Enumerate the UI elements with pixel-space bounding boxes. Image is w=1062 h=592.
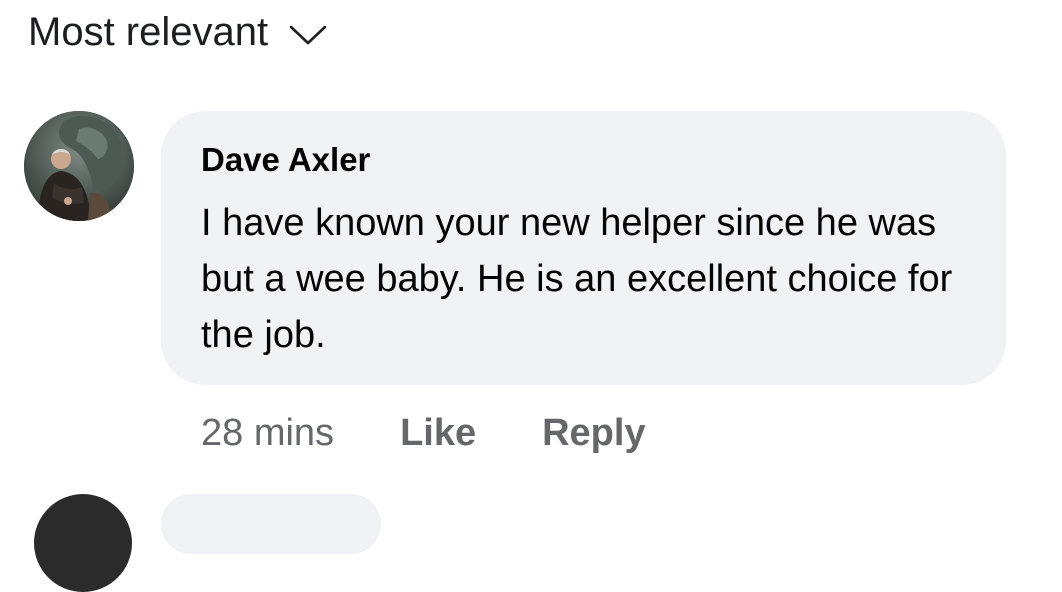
avatar-photo: [24, 111, 134, 221]
chevron-down-icon: [289, 25, 327, 45]
comment-text: I have known your new helper since he wa…: [201, 202, 953, 356]
next-comment-bubble: [161, 494, 381, 554]
comment-actions: 28 mins Like Reply: [201, 408, 646, 458]
comment-bubble: Dave Axler I have known your new helper …: [161, 111, 1006, 385]
sort-dropdown[interactable]: Most relevant: [28, 6, 328, 58]
reply-button[interactable]: Reply: [542, 408, 645, 458]
sort-label: Most relevant: [28, 10, 269, 54]
comment-timestamp[interactable]: 28 mins: [201, 408, 334, 458]
comment-author[interactable]: Dave Axler: [201, 139, 370, 181]
avatar[interactable]: [24, 111, 134, 221]
next-comment-avatar[interactable]: [34, 494, 132, 592]
like-button[interactable]: Like: [400, 408, 476, 458]
